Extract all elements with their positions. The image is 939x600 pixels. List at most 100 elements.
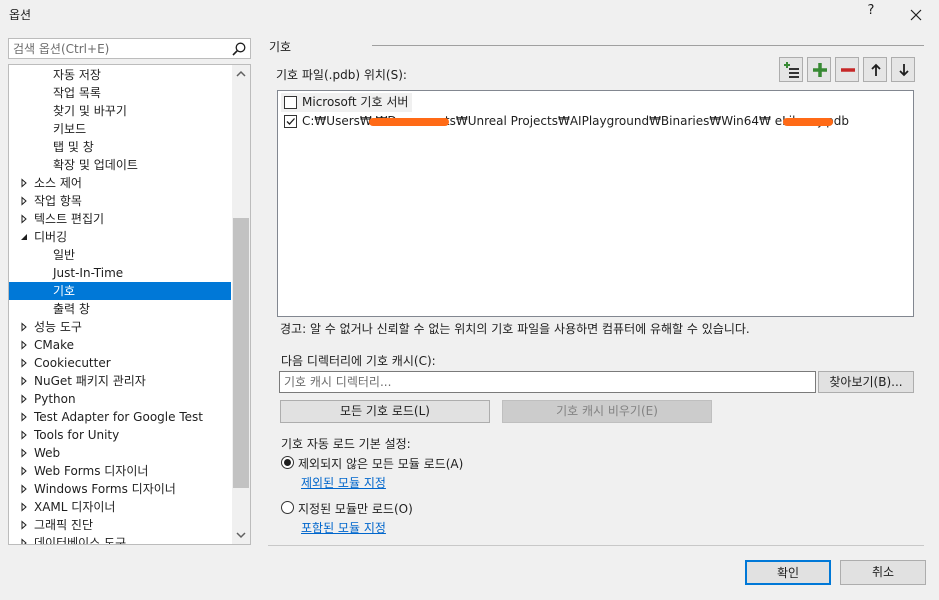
options-tree: 자동 저장 작업 목록찾기 및 바꾸기키보드탭 및 창확장 및 업데이트소스 제어… bbox=[8, 64, 251, 545]
tree-item-label: 키보드 bbox=[53, 122, 87, 136]
load-all-symbols-button[interactable]: 모든 기호 로드(L) bbox=[280, 400, 490, 423]
tree-item[interactable]: 자동 저장 bbox=[9, 66, 231, 84]
location-checkbox[interactable] bbox=[284, 96, 297, 109]
autoload-preference-label: 기호 자동 로드 기본 설정: bbox=[281, 437, 411, 451]
collapsed-arrow-icon[interactable] bbox=[19, 484, 29, 494]
tree-item[interactable]: 디버깅 bbox=[9, 228, 231, 246]
exclude-modules-link[interactable]: 제외된 모듈 지정 bbox=[301, 474, 386, 491]
tree-item-label: Tools for Unity bbox=[34, 428, 120, 442]
close-button[interactable] bbox=[904, 3, 928, 25]
tree-item-label: 확장 및 업데이트 bbox=[53, 158, 138, 172]
tree-item-label: 텍스트 편집기 bbox=[34, 212, 105, 226]
tree-item-label: Python bbox=[34, 392, 76, 406]
tree-item[interactable]: 일반 bbox=[9, 246, 231, 264]
tree-item[interactable]: 기호 bbox=[9, 282, 231, 300]
browse-button[interactable]: 찾아보기(B)... bbox=[818, 371, 914, 393]
tree-item-label: 소스 제어 bbox=[34, 176, 82, 190]
collapsed-arrow-icon[interactable] bbox=[19, 340, 29, 350]
collapsed-arrow-icon[interactable] bbox=[19, 412, 29, 422]
tree-item-label: XAML 디자이너 bbox=[34, 500, 116, 514]
scroll-thumb[interactable] bbox=[233, 218, 249, 488]
symbol-locations-label: 기호 파일(.pdb) 위치(S): bbox=[276, 68, 407, 82]
tree-item[interactable]: 그래픽 진단 bbox=[9, 516, 231, 534]
tree-item[interactable]: NuGet 패키지 관리자 bbox=[9, 372, 231, 390]
load-specified-modules-radio[interactable] bbox=[281, 501, 294, 514]
tree-scrollbar[interactable] bbox=[232, 65, 250, 544]
tree-item-label: 디버깅 bbox=[34, 230, 68, 244]
collapsed-arrow-icon[interactable] bbox=[19, 394, 29, 404]
collapsed-arrow-icon[interactable] bbox=[19, 448, 29, 458]
expanded-arrow-icon[interactable] bbox=[19, 232, 29, 242]
load-all-modules-radio[interactable] bbox=[281, 456, 294, 469]
cache-directory-label: 다음 디렉터리에 기호 캐시(C): bbox=[281, 354, 436, 368]
tree-item[interactable]: Windows Forms 디자이너 bbox=[9, 480, 231, 498]
symbol-location-list: Microsoft 기호 서버 C:₩Users₩ ₩Documents₩Unr… bbox=[277, 90, 914, 317]
tree-item-label: Web bbox=[34, 446, 61, 460]
tree-item[interactable]: 탭 및 창 bbox=[9, 138, 231, 156]
ok-button[interactable]: 확인 bbox=[745, 560, 831, 585]
scroll-down-button[interactable] bbox=[232, 526, 250, 544]
add-location-button[interactable] bbox=[807, 57, 831, 82]
collapsed-arrow-icon[interactable] bbox=[19, 520, 29, 530]
add-folder-button[interactable] bbox=[779, 57, 803, 82]
tree-item[interactable]: 텍스트 편집기 bbox=[9, 210, 231, 228]
location-checkbox[interactable] bbox=[284, 115, 297, 128]
help-button[interactable]: ? bbox=[861, 3, 881, 25]
collapsed-arrow-icon[interactable] bbox=[19, 466, 29, 476]
tree-item[interactable]: Just-In-Time bbox=[9, 264, 231, 282]
tree-item[interactable]: Tools for Unity bbox=[9, 426, 231, 444]
tree-item-label: Just-In-Time bbox=[53, 266, 124, 280]
collapsed-arrow-icon[interactable] bbox=[19, 322, 29, 332]
collapsed-arrow-icon[interactable] bbox=[19, 376, 29, 386]
tree-item[interactable]: 찾기 및 바꾸기 bbox=[9, 102, 231, 120]
tree-item-label: 성능 도구 bbox=[34, 320, 82, 334]
search-input[interactable] bbox=[9, 39, 229, 58]
tree-item-label: CMake bbox=[34, 338, 74, 352]
tree-item[interactable]: Web bbox=[9, 444, 231, 462]
close-icon bbox=[910, 9, 922, 21]
tree-item[interactable]: CMake bbox=[9, 336, 231, 354]
tree-item[interactable]: Test Adapter for Google Test bbox=[9, 408, 231, 426]
cancel-button[interactable]: 취소 bbox=[840, 560, 926, 585]
collapsed-arrow-icon[interactable] bbox=[19, 502, 29, 512]
collapsed-arrow-icon[interactable] bbox=[19, 358, 29, 368]
move-up-button[interactable] bbox=[863, 57, 887, 82]
tree-item[interactable]: 소스 제어 bbox=[9, 174, 231, 192]
tree-item[interactable]: XAML 디자이너 bbox=[9, 498, 231, 516]
redaction-mark bbox=[369, 118, 449, 126]
tree-item-label: 데이터베이스 도구 bbox=[34, 536, 127, 545]
tree-item[interactable]: 작업 목록 bbox=[9, 84, 231, 102]
cache-directory-field[interactable] bbox=[279, 371, 816, 393]
remove-location-button[interactable] bbox=[835, 57, 859, 82]
load-specified-modules-label[interactable]: 지정된 모듈만 로드(O) bbox=[298, 500, 413, 517]
tree-item[interactable]: Web Forms 디자이너 bbox=[9, 462, 231, 480]
cache-directory-input[interactable] bbox=[280, 372, 815, 392]
collapsed-arrow-icon[interactable] bbox=[19, 178, 29, 188]
collapsed-arrow-icon[interactable] bbox=[19, 196, 29, 206]
arrow-up-icon bbox=[871, 63, 881, 76]
tree-item[interactable]: 작업 항목 bbox=[9, 192, 231, 210]
tree-item[interactable]: Python bbox=[9, 390, 231, 408]
collapsed-arrow-icon[interactable] bbox=[19, 430, 29, 440]
tree-item[interactable]: 데이터베이스 도구 bbox=[9, 534, 231, 545]
collapsed-arrow-icon[interactable] bbox=[19, 214, 29, 224]
tree-item[interactable]: 확장 및 업데이트 bbox=[9, 156, 231, 174]
tree-item[interactable]: 키보드 bbox=[9, 120, 231, 138]
tree-item[interactable]: Cookiecutter bbox=[9, 354, 231, 372]
location-text: Microsoft 기호 서버 bbox=[302, 95, 409, 109]
location-row-microsoft[interactable]: Microsoft 기호 서버 bbox=[281, 93, 412, 112]
search-icon[interactable] bbox=[231, 41, 247, 57]
search-box[interactable] bbox=[8, 38, 251, 59]
move-down-button[interactable] bbox=[891, 57, 915, 82]
collapsed-arrow-icon[interactable] bbox=[19, 538, 29, 545]
tree-item[interactable]: 출력 창 bbox=[9, 300, 231, 318]
load-all-modules-label[interactable]: 제외되지 않은 모든 모듈 로드(A) bbox=[298, 455, 463, 472]
section-title: 기호 bbox=[269, 40, 292, 54]
tree-item-label: 탭 및 창 bbox=[53, 140, 94, 154]
scroll-up-button[interactable] bbox=[232, 65, 250, 83]
tree-item-label: 찾기 및 바꾸기 bbox=[53, 104, 127, 118]
tree-item[interactable]: 성능 도구 bbox=[9, 318, 231, 336]
include-modules-link[interactable]: 포함된 모듈 지정 bbox=[301, 519, 386, 536]
section-divider bbox=[372, 45, 924, 46]
empty-symbol-cache-button: 기호 캐시 비우기(E) bbox=[502, 400, 712, 423]
